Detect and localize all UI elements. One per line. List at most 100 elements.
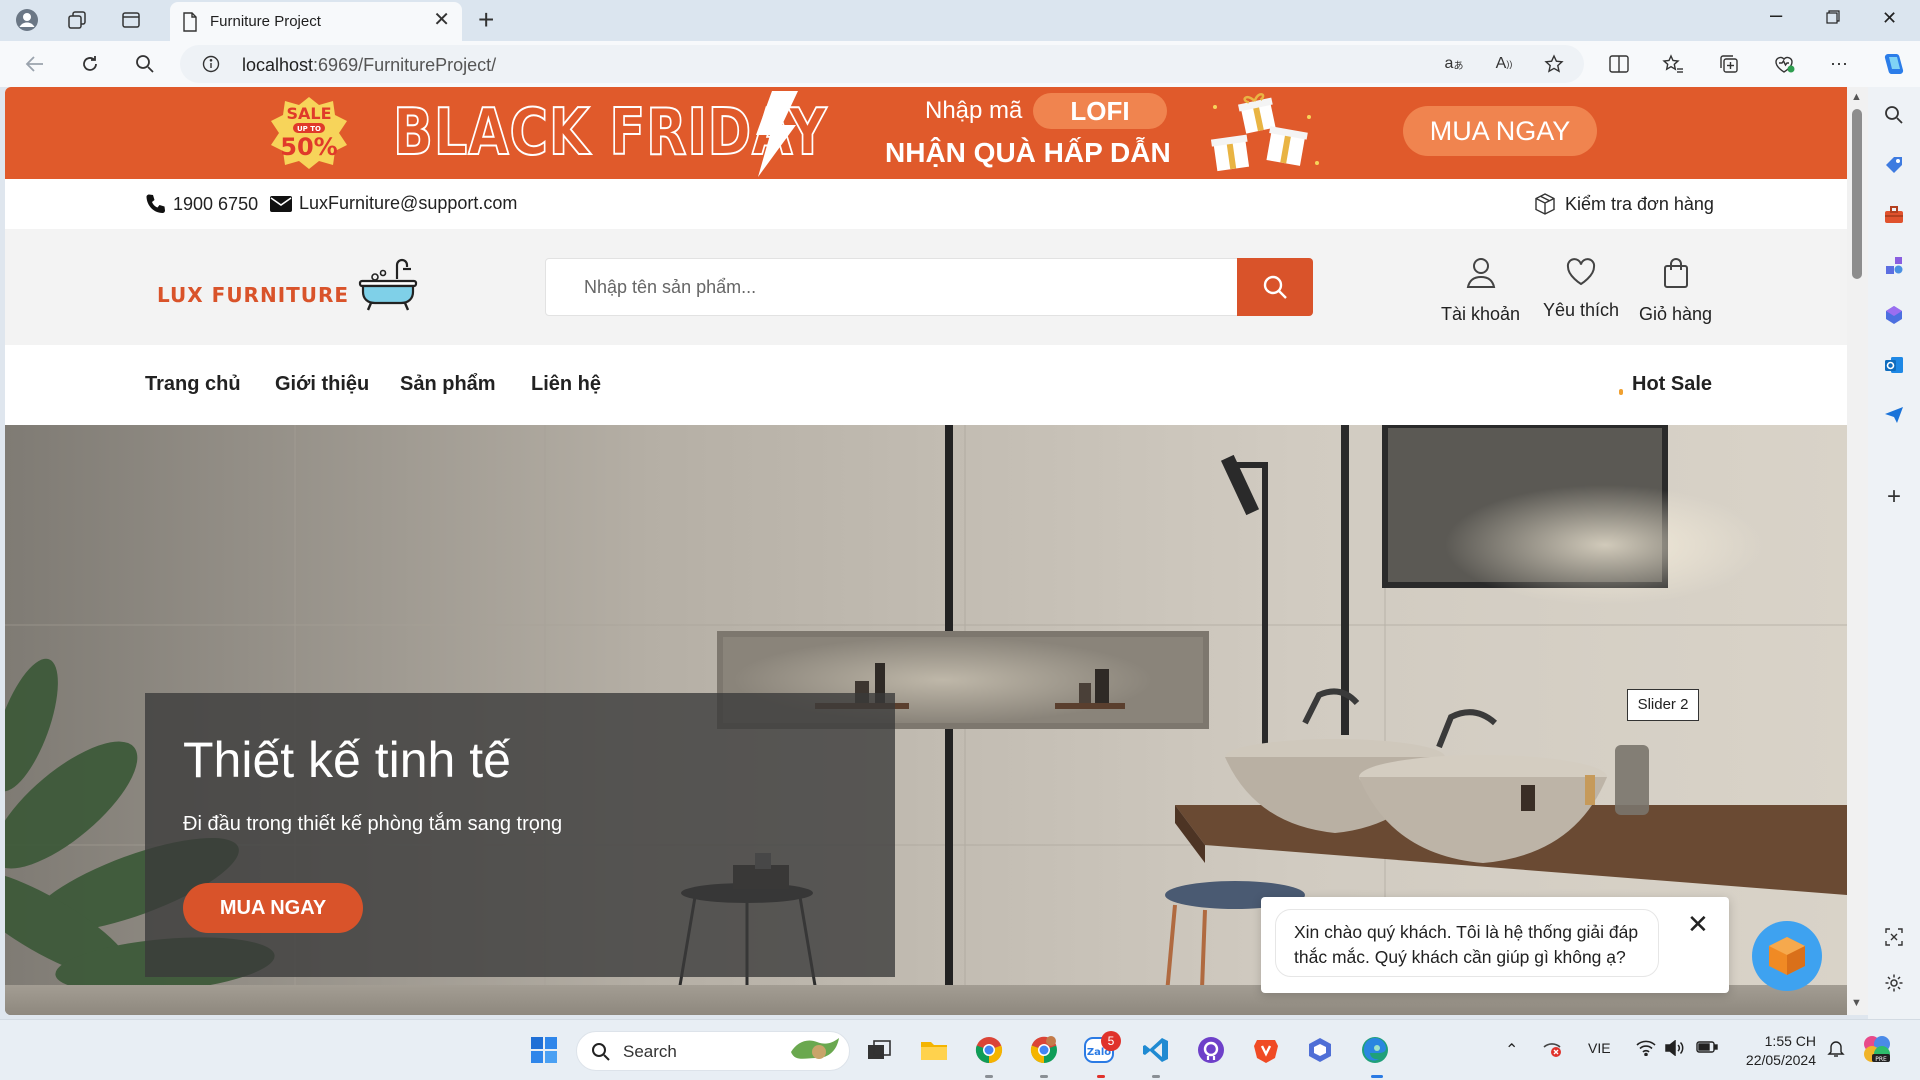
vertical-tabs-icon[interactable] (118, 8, 144, 32)
wishlist-button[interactable]: Yêu thích (1543, 257, 1619, 321)
brave-icon[interactable] (1249, 1033, 1283, 1067)
translate-icon[interactable]: aあ (1442, 53, 1466, 75)
back-icon[interactable] (22, 52, 48, 76)
screenshot-capture-icon[interactable] (1880, 923, 1908, 951)
show-hidden-icons-chevron-icon[interactable]: ⌃ (1505, 1040, 1518, 1060)
sidebar-search-icon[interactable] (1880, 101, 1908, 129)
nav-item-contact[interactable]: Liên hệ (531, 373, 601, 396)
clock-time: 1:55 CH (1764, 1033, 1816, 1049)
site-header: LUX FURNITURE Nhập tên sản phẩm... Tài k… (5, 229, 1847, 345)
edge-sidebar: + (1868, 87, 1920, 1019)
chat-bubble: Xin chào quý khách. Tôi là hệ thống giải… (1275, 909, 1659, 977)
copilot-icon[interactable] (1880, 52, 1906, 76)
chrome-profile-running-indicator (1040, 1075, 1048, 1078)
order-check-link[interactable]: Kiểm tra đơn hàng (1533, 192, 1714, 216)
task-view-icon[interactable] (862, 1033, 896, 1067)
address-bar[interactable]: localhost:6969/FurnitureProject/ aあ A)) (180, 45, 1584, 83)
battery-icon[interactable] (1696, 1040, 1718, 1057)
chatbot-cube-icon (1769, 937, 1805, 975)
phone-contact[interactable]: 1900 6750 (145, 193, 258, 215)
file-explorer-icon[interactable] (917, 1033, 951, 1067)
cart-label: Giỏ hàng (1639, 304, 1713, 324)
cart-button[interactable]: Giỏ hàng (1639, 257, 1712, 325)
start-button[interactable] (527, 1033, 561, 1067)
workspaces-icon[interactable] (64, 8, 90, 32)
shopping-tag-icon[interactable] (1880, 151, 1908, 179)
send-drop-icon[interactable] (1880, 401, 1908, 429)
banner-buy-button[interactable]: MUA NGAY (1403, 106, 1597, 156)
phone-number: 1900 6750 (173, 193, 259, 214)
edge-running-indicator (1371, 1075, 1383, 1078)
security-app-icon[interactable] (1303, 1033, 1337, 1067)
chat-message: Xin chào quý khách. Tôi là hệ thống giải… (1294, 922, 1639, 967)
add-sidebar-app-icon[interactable]: + (1880, 483, 1908, 511)
site-logo[interactable]: LUX FURNITURE (157, 257, 419, 313)
scroll-up-icon[interactable]: ▲ (1851, 91, 1862, 103)
network-alert-icon[interactable] (1542, 1040, 1562, 1061)
search-input[interactable]: Nhập tên sản phẩm... (584, 277, 756, 298)
browser-tab-bar: Furniture Project ✕ + – ✕ (0, 0, 1920, 41)
chrome-profile-icon[interactable] (1027, 1033, 1061, 1067)
mail-icon (270, 195, 292, 212)
system-clock[interactable]: 1:55 CH 22/05/2024 (1738, 1032, 1816, 1070)
wifi-icon[interactable] (1636, 1040, 1656, 1059)
svg-text:SALE: SALE (286, 104, 331, 123)
contact-bar: 1900 6750 LuxFurniture@support.com Kiểm … (5, 179, 1847, 229)
scroll-down-icon[interactable]: ▼ (1851, 997, 1862, 1009)
restore-button[interactable] (1826, 8, 1840, 29)
nav-item-hot-sale[interactable]: Hot Sale (1632, 373, 1712, 396)
edge-icon[interactable] (1358, 1033, 1392, 1067)
hero-buy-button[interactable]: MUA NGAY (183, 883, 363, 933)
scroll-thumb[interactable] (1852, 109, 1862, 279)
browser-essentials-icon[interactable] (1771, 52, 1797, 76)
read-aloud-icon[interactable]: A)) (1492, 53, 1516, 75)
split-screen-icon[interactable] (1606, 52, 1632, 76)
favorites-icon[interactable] (1660, 52, 1686, 76)
outlook-icon[interactable] (1880, 351, 1908, 379)
chat-launcher-button[interactable] (1752, 921, 1822, 991)
tab-furniture-project[interactable]: Furniture Project ✕ (170, 2, 462, 41)
nav-item-home[interactable]: Trang chủ (145, 373, 241, 396)
language-indicator[interactable]: VIE (1588, 1040, 1611, 1056)
refresh-icon[interactable] (77, 52, 103, 76)
nav-item-about[interactable]: Giới thiệu (275, 373, 369, 396)
nav-item-products[interactable]: Sản phẩm (400, 373, 496, 396)
m365-icon[interactable] (1880, 301, 1908, 329)
search-icon[interactable] (132, 52, 158, 76)
new-tab-button[interactable]: + (478, 6, 494, 34)
sidebar-settings-icon[interactable] (1880, 969, 1908, 997)
svg-text:UP TO: UP TO (297, 125, 321, 133)
notification-bell-icon[interactable] (1826, 1038, 1846, 1061)
clock-date: 22/05/2024 (1745, 1052, 1816, 1068)
email-contact[interactable]: LuxFurniture@support.com (269, 193, 517, 214)
promo-code: LOFI (1033, 93, 1167, 129)
close-tab-icon[interactable]: ✕ (433, 10, 450, 30)
hero-title: Thiết kế tinh tế (183, 732, 511, 788)
heart-icon (1566, 258, 1596, 286)
taskbar-search[interactable]: Search (576, 1031, 850, 1071)
hero-subtitle: Đi đầu trong thiết kế phòng tắm sang trọ… (183, 813, 563, 835)
favorite-star-icon[interactable] (1542, 53, 1566, 75)
minimize-button[interactable]: – (1770, 2, 1782, 28)
search-button[interactable] (1237, 258, 1313, 316)
chat-close-icon[interactable]: ✕ (1687, 911, 1709, 937)
profile-icon[interactable] (14, 8, 40, 32)
promo-banner[interactable]: SALE UP TO 50% BLACK FRIDAY Nhập mã LOFI… (5, 87, 1847, 179)
product-search[interactable]: Nhập tên sản phẩm... (545, 258, 1313, 316)
volume-icon[interactable] (1664, 1039, 1684, 1059)
vscode-icon[interactable] (1139, 1033, 1173, 1067)
github-desktop-icon[interactable] (1194, 1033, 1228, 1067)
close-window-button[interactable]: ✕ (1882, 8, 1897, 29)
tools-toolbox-icon[interactable] (1880, 201, 1908, 229)
games-icon[interactable] (1880, 251, 1908, 279)
account-button[interactable]: Tài khoản (1441, 257, 1520, 325)
chrome-icon[interactable] (972, 1033, 1006, 1067)
site-info-icon[interactable] (202, 55, 220, 78)
search-icon (592, 1043, 610, 1061)
collections-icon[interactable] (1716, 52, 1742, 76)
page-scrollbar[interactable]: ▲ ▼ (1847, 87, 1868, 1015)
more-menu-icon[interactable]: ⋯ (1826, 52, 1852, 76)
copilot-preview-icon[interactable]: PRE (1862, 1034, 1892, 1067)
hero-caption: Thiết kế tinh tế Đi đầu trong thiết kế p… (145, 693, 895, 977)
hot-sale-flame-icon (1619, 389, 1623, 395)
